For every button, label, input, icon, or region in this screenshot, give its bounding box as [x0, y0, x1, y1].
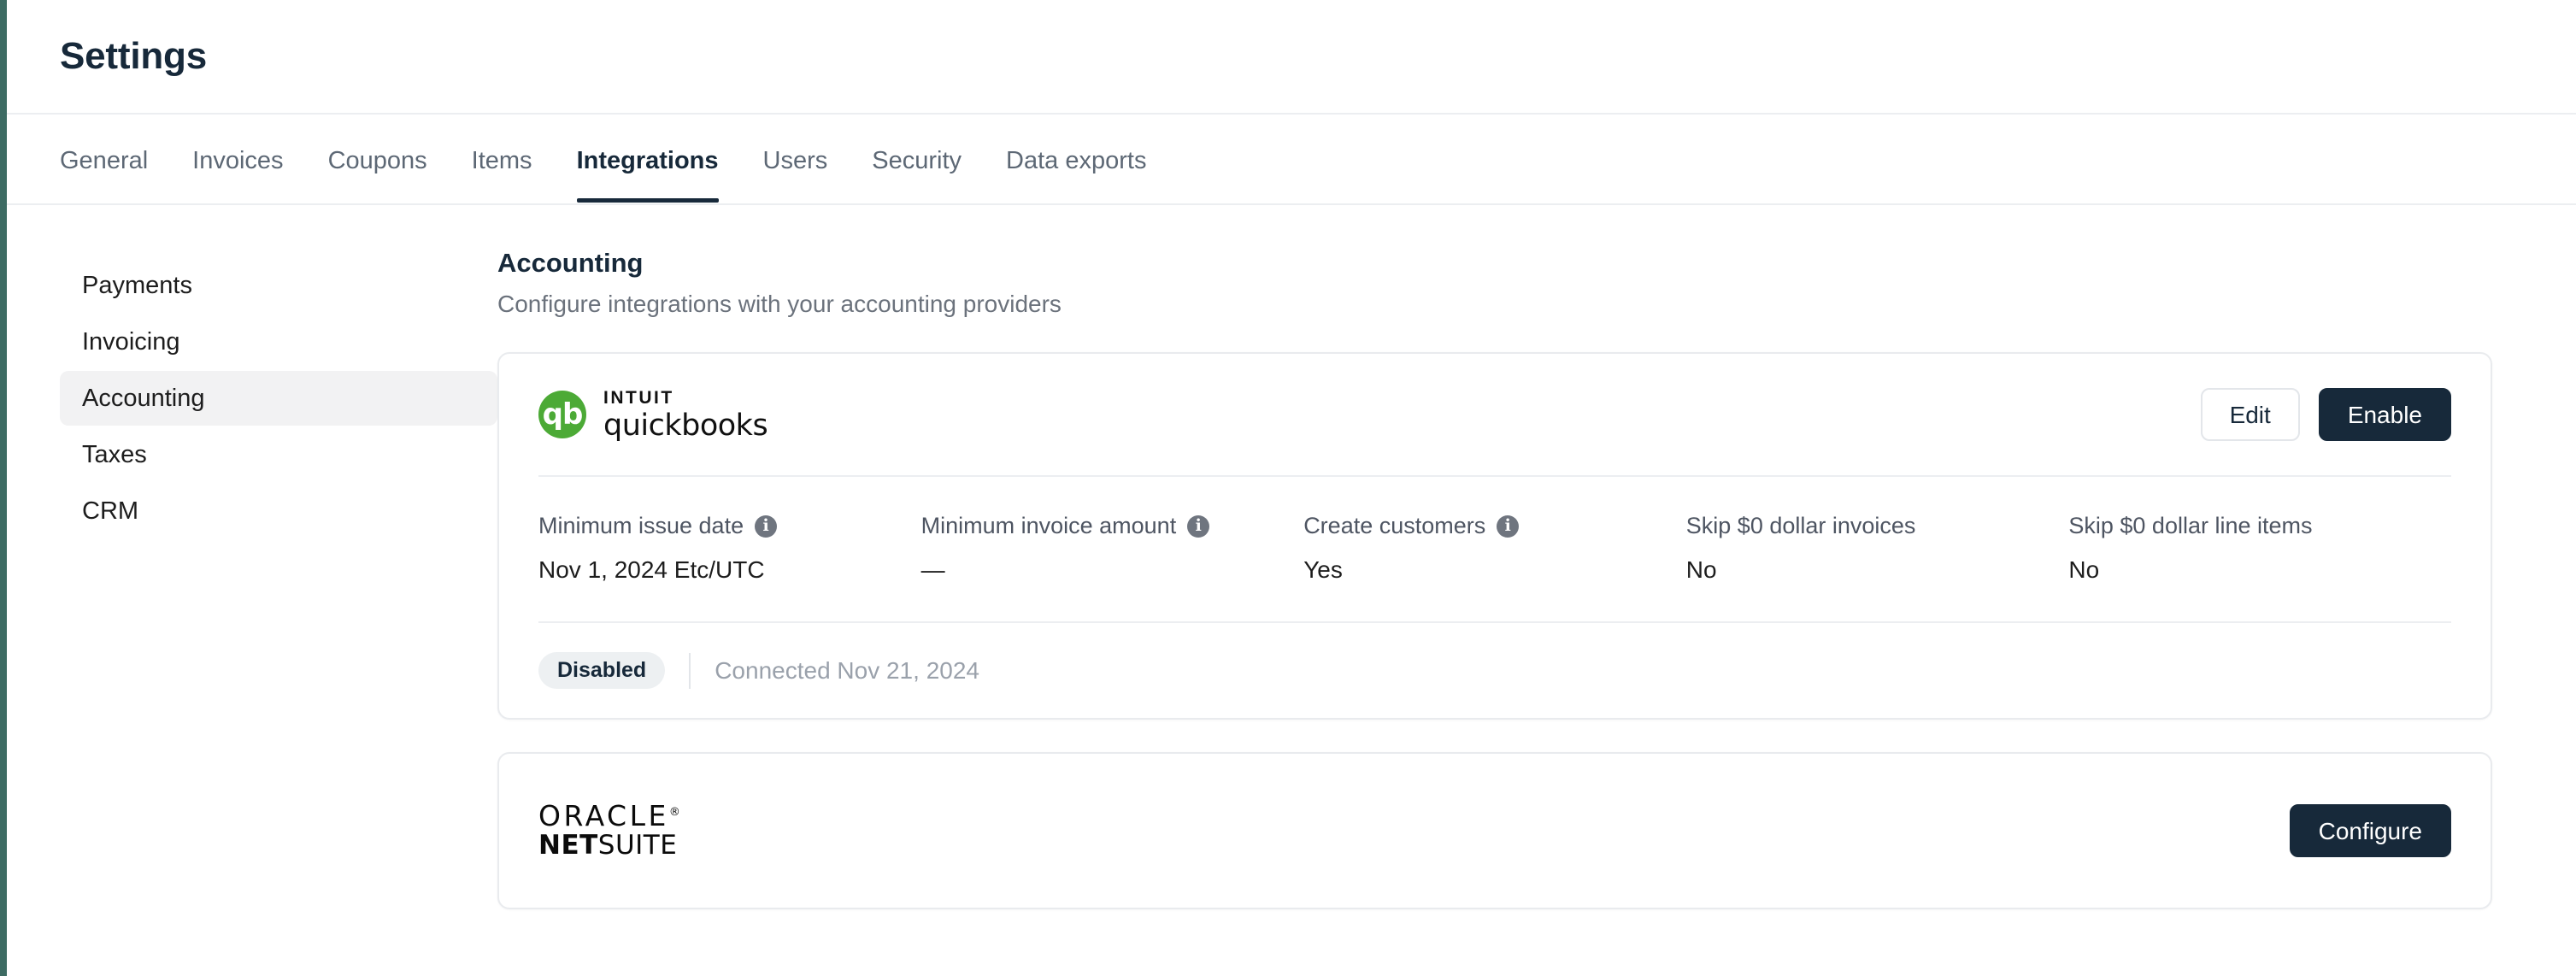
quickbooks-card-header: qb INTUIT quickbooks Edit Enable [499, 354, 2491, 475]
quickbooks-wordmark: INTUIT quickbooks [603, 389, 768, 441]
quickbooks-mark-label: qb [542, 397, 584, 432]
oracle-netsuite-logo: ORACLE® NETSUITE [538, 798, 684, 861]
detail-label-text: Minimum issue date [538, 513, 744, 538]
sidebar-item-crm[interactable]: CRM [60, 484, 497, 538]
tab-coupons[interactable]: Coupons [328, 116, 427, 201]
quickbooks-label: quickbooks [603, 408, 768, 443]
quickbooks-logo: qb INTUIT quickbooks [538, 389, 768, 441]
detail-label-text: Create customers [1303, 513, 1486, 538]
settings-tabbar: General Invoices Coupons Items Integrati… [7, 116, 2576, 205]
oracle-wordmark: ORACLE® [538, 798, 684, 832]
detail-label: Minimum invoice amount i [921, 513, 1284, 539]
quickbooks-mark-icon: qb [538, 391, 586, 438]
sidebar-item-accounting[interactable]: Accounting [60, 371, 497, 426]
settings-page: Settings General Invoices Coupons Items … [0, 0, 2576, 976]
settings-body: Payments Invoicing Accounting Taxes CRM … [7, 205, 2576, 976]
left-accent-stripe [0, 0, 7, 976]
quickbooks-details: Minimum issue date i Nov 1, 2024 Etc/UTC… [499, 477, 2491, 621]
detail-create-customers: Create customers i Yes [1303, 513, 1686, 584]
detail-value: Yes [1303, 556, 1343, 583]
netsuite-wordmark: NETSUITE [538, 831, 683, 860]
section-title: Accounting [497, 248, 644, 278]
quickbooks-actions: Edit Enable [2200, 388, 2451, 441]
detail-label-text: Skip $0 dollar invoices [1685, 513, 1916, 538]
status-badge: Disabled [538, 652, 666, 689]
page-header: Settings [7, 0, 2576, 115]
netsuite-actions: Configure [2289, 804, 2451, 857]
info-icon[interactable]: i [1497, 514, 1520, 538]
status-separator [689, 652, 691, 689]
intuit-label: INTUIT [603, 387, 674, 408]
detail-value: — [920, 556, 945, 583]
detail-value: No [2068, 556, 2100, 583]
net-label: NET [538, 830, 598, 861]
info-icon[interactable]: i [1187, 514, 1210, 538]
configure-button[interactable]: Configure [2289, 804, 2451, 857]
registered-mark-icon: ® [668, 805, 684, 819]
oracle-label: ORACLE [538, 798, 669, 832]
tab-invoices[interactable]: Invoices [192, 116, 283, 201]
detail-label-text: Minimum invoice amount [920, 513, 1177, 538]
detail-label: Skip $0 dollar line items [2068, 513, 2431, 539]
connected-date: Connected Nov 21, 2024 [715, 656, 979, 684]
page-title: Settings [60, 35, 207, 77]
tab-general[interactable]: General [60, 116, 148, 201]
detail-label: Skip $0 dollar invoices [1686, 513, 2049, 539]
section-subtitle: Configure integrations with your account… [497, 291, 1062, 317]
tab-users[interactable]: Users [763, 116, 828, 201]
sidebar-item-invoicing[interactable]: Invoicing [60, 315, 497, 369]
integration-card-netsuite: ORACLE® NETSUITE Configure [497, 752, 2492, 909]
detail-label-text: Skip $0 dollar line items [2068, 513, 2313, 538]
quickbooks-status-row: Disabled Connected Nov 21, 2024 [499, 623, 2491, 718]
detail-skip-zero-dollar-invoices: Skip $0 dollar invoices No [1686, 513, 2069, 584]
sidebar-item-payments[interactable]: Payments [60, 258, 497, 313]
suite-label: SUITE [597, 830, 678, 861]
edit-button[interactable]: Edit [2200, 388, 2300, 441]
integrations-sidenav: Payments Invoicing Accounting Taxes CRM [7, 205, 497, 976]
detail-minimum-invoice-amount: Minimum invoice amount i — [921, 513, 1304, 584]
tab-items[interactable]: Items [472, 116, 532, 201]
tab-data-exports[interactable]: Data exports [1006, 116, 1146, 201]
detail-skip-zero-dollar-line-items: Skip $0 dollar line items No [2068, 513, 2451, 584]
info-icon[interactable]: i [755, 514, 778, 538]
tab-security[interactable]: Security [872, 116, 962, 201]
integration-card-quickbooks: qb INTUIT quickbooks Edit Enable Minimum… [497, 352, 2492, 720]
detail-value: Nov 1, 2024 Etc/UTC [538, 556, 765, 583]
main-content: Accounting Configure integrations with y… [497, 205, 2576, 976]
detail-label: Create customers i [1303, 513, 1666, 539]
sidebar-item-taxes[interactable]: Taxes [60, 427, 497, 482]
detail-value: No [1685, 556, 1717, 583]
enable-button[interactable]: Enable [2318, 388, 2451, 441]
netsuite-card-header: ORACLE® NETSUITE Configure [499, 754, 2491, 908]
detail-label: Minimum issue date i [538, 513, 901, 539]
tab-integrations[interactable]: Integrations [576, 116, 719, 203]
detail-minimum-issue-date: Minimum issue date i Nov 1, 2024 Etc/UTC [538, 513, 921, 584]
